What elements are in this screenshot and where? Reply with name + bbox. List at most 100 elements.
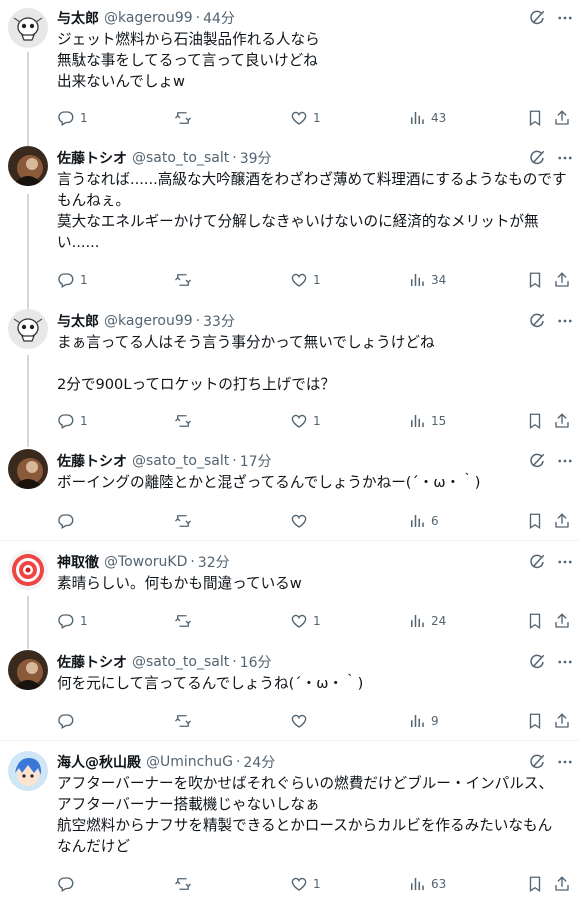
share-icon[interactable] — [553, 511, 571, 531]
post-time[interactable]: 32分 — [198, 552, 230, 572]
bookmark-icon[interactable] — [526, 711, 544, 731]
like-button[interactable]: 1 — [290, 108, 321, 128]
display-name[interactable]: 海人@秋山殿 — [57, 752, 141, 772]
reply-button[interactable]: 1 — [57, 611, 88, 631]
share-icon[interactable] — [553, 874, 571, 894]
post-time[interactable]: 44分 — [203, 8, 235, 28]
avatar[interactable] — [8, 751, 48, 791]
post-time[interactable]: 17分 — [240, 451, 272, 471]
more-icon[interactable] — [556, 148, 574, 168]
avatar[interactable] — [8, 550, 48, 590]
repost-button[interactable] — [174, 711, 197, 731]
reply-button[interactable] — [57, 874, 80, 894]
post-header: 佐藤トシオ @sato_to_salt · 16分 — [57, 652, 272, 672]
like-button[interactable]: 1 — [290, 411, 321, 431]
like-button[interactable]: 1 — [290, 874, 321, 894]
reply-button[interactable]: 1 — [57, 411, 88, 431]
user-handle[interactable]: @UminchuG — [146, 754, 233, 770]
separator-dot: · — [232, 654, 237, 670]
reply-button[interactable]: 1 — [57, 270, 88, 290]
views-count: 34 — [431, 273, 447, 287]
grok-icon[interactable] — [528, 752, 546, 772]
like-button[interactable]: 1 — [290, 270, 321, 290]
post-text-line: もんねぇ。 — [57, 192, 130, 209]
reply-count: 1 — [80, 273, 88, 287]
more-icon[interactable] — [556, 652, 574, 672]
views-button[interactable]: 43 — [408, 108, 446, 128]
repost-button[interactable] — [174, 874, 197, 894]
bookmark-icon[interactable] — [526, 411, 544, 431]
action-bar: 1 1 15 — [57, 411, 572, 431]
like-button[interactable] — [290, 711, 313, 731]
views-button[interactable]: 9 — [408, 711, 439, 731]
bookmark-icon[interactable] — [526, 270, 544, 290]
avatar[interactable] — [8, 309, 48, 349]
bookmark-icon[interactable] — [526, 511, 544, 531]
bookmark-icon[interactable] — [526, 611, 544, 631]
grok-icon[interactable] — [528, 311, 546, 331]
share-icon[interactable] — [553, 611, 571, 631]
bookmark-icon[interactable] — [526, 874, 544, 894]
repost-button[interactable] — [174, 511, 197, 531]
user-handle[interactable]: @sato_to_salt — [132, 150, 229, 166]
display-name[interactable]: 佐藤トシオ — [57, 652, 127, 672]
more-icon[interactable] — [556, 451, 574, 471]
post-time[interactable]: 16分 — [240, 652, 272, 672]
views-button[interactable]: 63 — [408, 874, 446, 894]
more-icon[interactable] — [556, 311, 574, 331]
more-icon[interactable] — [556, 752, 574, 772]
post-text-line — [57, 353, 572, 374]
repost-button[interactable] — [174, 411, 197, 431]
display-name[interactable]: 与太郎 — [57, 311, 99, 331]
grok-icon[interactable] — [528, 652, 546, 672]
post-text-line: 何を元にして言ってるんでしょうね(´・ω・｀) — [57, 675, 364, 692]
repost-button[interactable] — [174, 611, 197, 631]
reply-button[interactable] — [57, 711, 80, 731]
avatar[interactable] — [8, 449, 48, 489]
post-time[interactable]: 33分 — [203, 311, 235, 331]
post-time[interactable]: 24分 — [243, 752, 275, 772]
repost-button[interactable] — [174, 108, 197, 128]
post-text-line: 無駄な事をしてるって言って良いけどね — [57, 52, 318, 69]
post-body: 素晴らしい。何もかも間違っているw — [57, 573, 572, 594]
share-icon[interactable] — [553, 711, 571, 731]
display-name[interactable]: 佐藤トシオ — [57, 148, 127, 168]
user-handle[interactable]: @kagerou99 — [104, 313, 193, 329]
user-handle[interactable]: @sato_to_salt — [132, 654, 229, 670]
user-handle[interactable]: @sato_to_salt — [132, 453, 229, 469]
repost-button[interactable] — [174, 270, 197, 290]
post-header: 与太郎 @kagerou99 · 33分 — [57, 311, 235, 331]
display-name[interactable]: 佐藤トシオ — [57, 451, 127, 471]
grok-icon[interactable] — [528, 8, 546, 28]
share-icon[interactable] — [553, 411, 571, 431]
views-button[interactable]: 34 — [408, 270, 446, 290]
avatar[interactable] — [8, 650, 48, 690]
post-header: 佐藤トシオ @sato_to_salt · 17分 — [57, 451, 272, 471]
avatar[interactable] — [8, 146, 48, 186]
post-time[interactable]: 39分 — [240, 148, 272, 168]
share-icon[interactable] — [553, 108, 571, 128]
reply-count: 1 — [80, 111, 88, 125]
avatar[interactable] — [8, 8, 48, 48]
post-body: ボーイングの離陸とかと混ざってるんでしょうかねー(´・ω・｀) — [57, 472, 572, 493]
display-name[interactable]: 与太郎 — [57, 8, 99, 28]
grok-icon[interactable] — [528, 552, 546, 572]
reply-button[interactable] — [57, 511, 80, 531]
bookmark-icon[interactable] — [526, 108, 544, 128]
views-button[interactable]: 6 — [408, 511, 439, 531]
display-name[interactable]: 神取徹 — [57, 552, 99, 572]
like-button[interactable]: 1 — [290, 611, 321, 631]
views-button[interactable]: 15 — [408, 411, 446, 431]
user-handle[interactable]: @ToworuKD — [104, 554, 187, 570]
more-icon[interactable] — [556, 552, 574, 572]
reply-button[interactable]: 1 — [57, 108, 88, 128]
more-icon[interactable] — [556, 8, 574, 28]
views-button[interactable]: 24 — [408, 611, 446, 631]
like-button[interactable] — [290, 511, 313, 531]
action-bar: 1 1 34 — [57, 270, 572, 290]
user-handle[interactable]: @kagerou99 — [104, 10, 193, 26]
thread-line — [27, 596, 29, 649]
share-icon[interactable] — [553, 270, 571, 290]
grok-icon[interactable] — [528, 148, 546, 168]
grok-icon[interactable] — [528, 451, 546, 471]
